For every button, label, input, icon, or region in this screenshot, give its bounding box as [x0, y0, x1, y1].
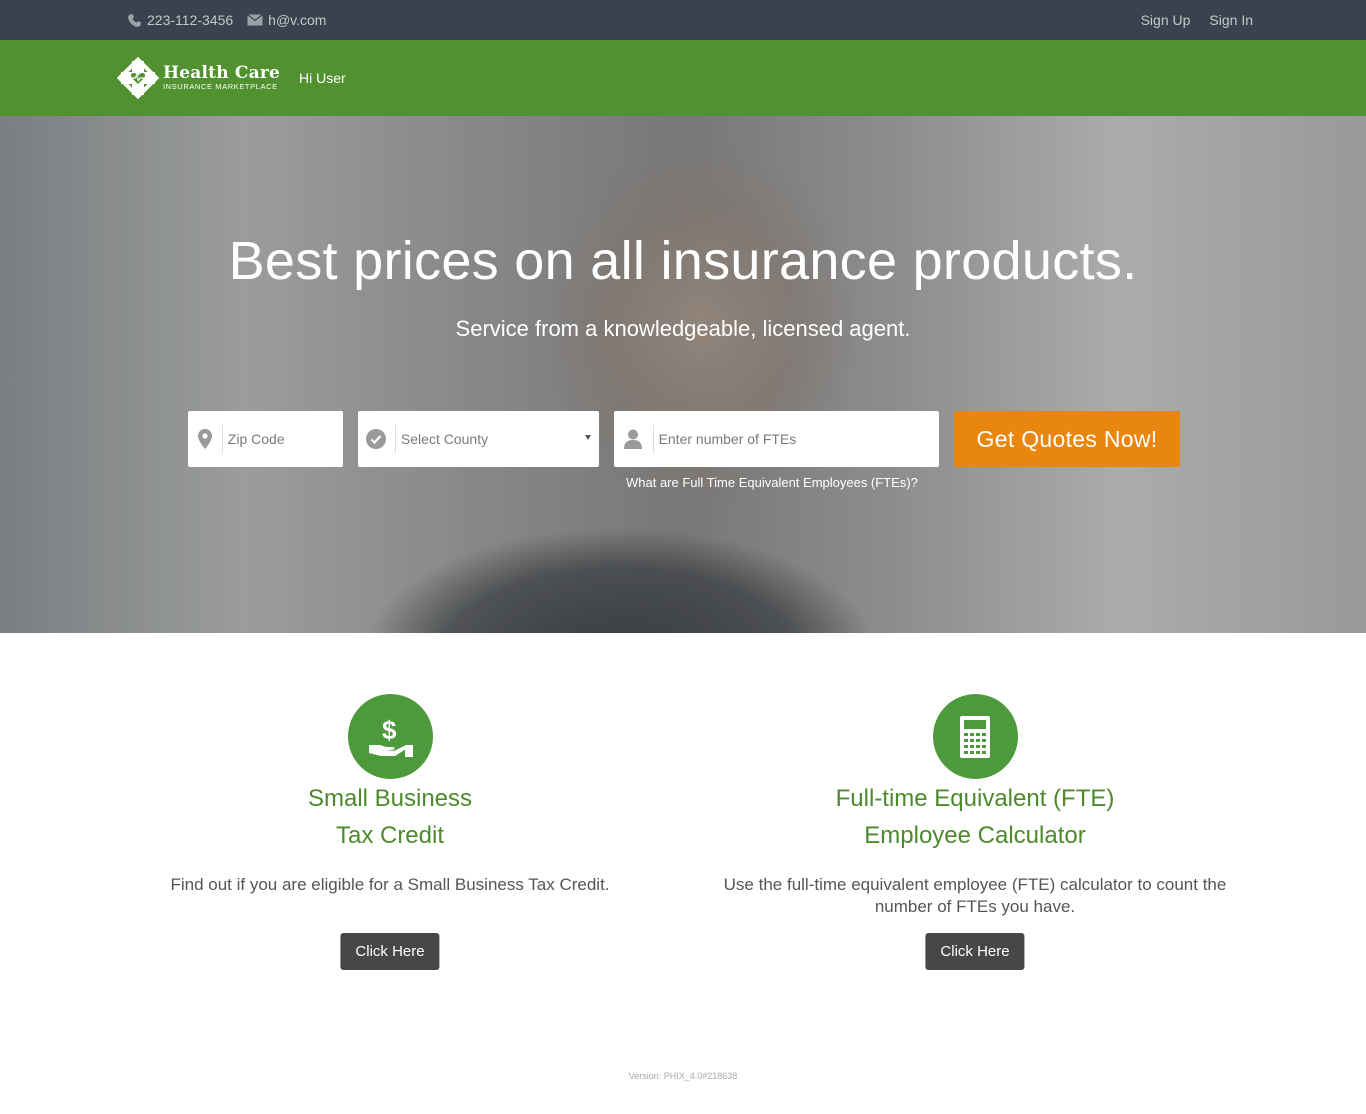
envelope-icon — [247, 14, 264, 26]
get-quotes-button[interactable]: Get Quotes Now! — [954, 411, 1180, 467]
tax-credit-description: Find out if you are eligible for a Small… — [170, 875, 610, 894]
fte-calculator-feature: Full-time Equivalent (FTE) Employee Calc… — [695, 694, 1255, 970]
sign-in-link[interactable]: Sign In — [1209, 12, 1253, 28]
hero-subheadline: Service from a knowledgeable, licensed a… — [455, 316, 911, 341]
fte-calculator-title-line2: Employee Calculator — [864, 822, 1086, 849]
tax-credit-title-line1: Small Business — [307, 785, 473, 812]
fte-calculator-title-line1: Full-time Equivalent (FTE) — [835, 785, 1115, 812]
chevron-down-icon — [585, 435, 591, 440]
hero-banner: Best prices on all insurance products. S… — [0, 116, 1366, 633]
zip-code-field[interactable] — [188, 411, 343, 467]
map-pin-icon — [188, 425, 223, 453]
fte-count-field[interactable] — [614, 411, 939, 467]
tax-credit-title-line2: Tax Credit — [335, 822, 445, 849]
brand-logo[interactable]: Health Care INSURANCE MARKETPLACE — [117, 57, 280, 99]
sign-up-link[interactable]: Sign Up — [1141, 12, 1191, 28]
fte-help-link[interactable]: What are Full Time Equivalent Employees … — [626, 475, 918, 490]
county-selected-value: Select County — [400, 431, 489, 447]
version-text: Version: PHIX_4.0#218638 — [628, 1071, 738, 1081]
tax-credit-click-here-button[interactable]: Click Here — [340, 933, 440, 970]
svg-text:$: $ — [382, 715, 397, 745]
health-care-logo-icon — [117, 57, 159, 99]
tax-credit-title: Small Business Tax Credit — [110, 780, 670, 854]
hero-headline: Best prices on all insurance products. — [228, 231, 1138, 291]
brand-title: Health Care — [163, 63, 280, 84]
fte-calculator-click-here-button[interactable]: Click Here — [925, 933, 1025, 970]
auth-links: Sign Up Sign In — [1122, 12, 1253, 28]
phone-contact: 223-112-3456 — [127, 12, 233, 28]
user-greeting[interactable]: Hi User — [299, 70, 346, 86]
county-select[interactable]: Select County — [358, 411, 599, 467]
person-icon — [614, 425, 654, 453]
tax-credit-feature: $ Small Business Tax Credit Find out if … — [110, 694, 670, 970]
top-utility-bar: 223-112-3456 h@v.com Sign Up Sign In — [0, 0, 1366, 40]
hero-content: Best prices on all insurance products. S… — [0, 116, 1366, 633]
main-navbar: Health Care INSURANCE MARKETPLACE Hi Use… — [0, 40, 1366, 116]
fte-calculator-description: Use the full-time equivalent employee (F… — [723, 875, 1227, 916]
phone-icon — [128, 13, 142, 27]
email-contact: h@v.com — [247, 12, 326, 28]
zip-code-input[interactable] — [222, 431, 343, 447]
phone-number: 223-112-3456 — [147, 12, 234, 28]
email-address: h@v.com — [268, 12, 327, 28]
calculator-icon — [932, 694, 1018, 779]
contact-info: 223-112-3456 h@v.com — [127, 12, 340, 28]
fte-count-input[interactable] — [653, 431, 939, 447]
brand-text: Health Care INSURANCE MARKETPLACE — [163, 65, 280, 91]
money-hand-icon: $ — [347, 694, 433, 779]
check-circle-icon — [358, 425, 396, 453]
fte-calculator-title: Full-time Equivalent (FTE) Employee Calc… — [695, 780, 1255, 854]
brand-subtitle: INSURANCE MARKETPLACE — [163, 82, 278, 92]
